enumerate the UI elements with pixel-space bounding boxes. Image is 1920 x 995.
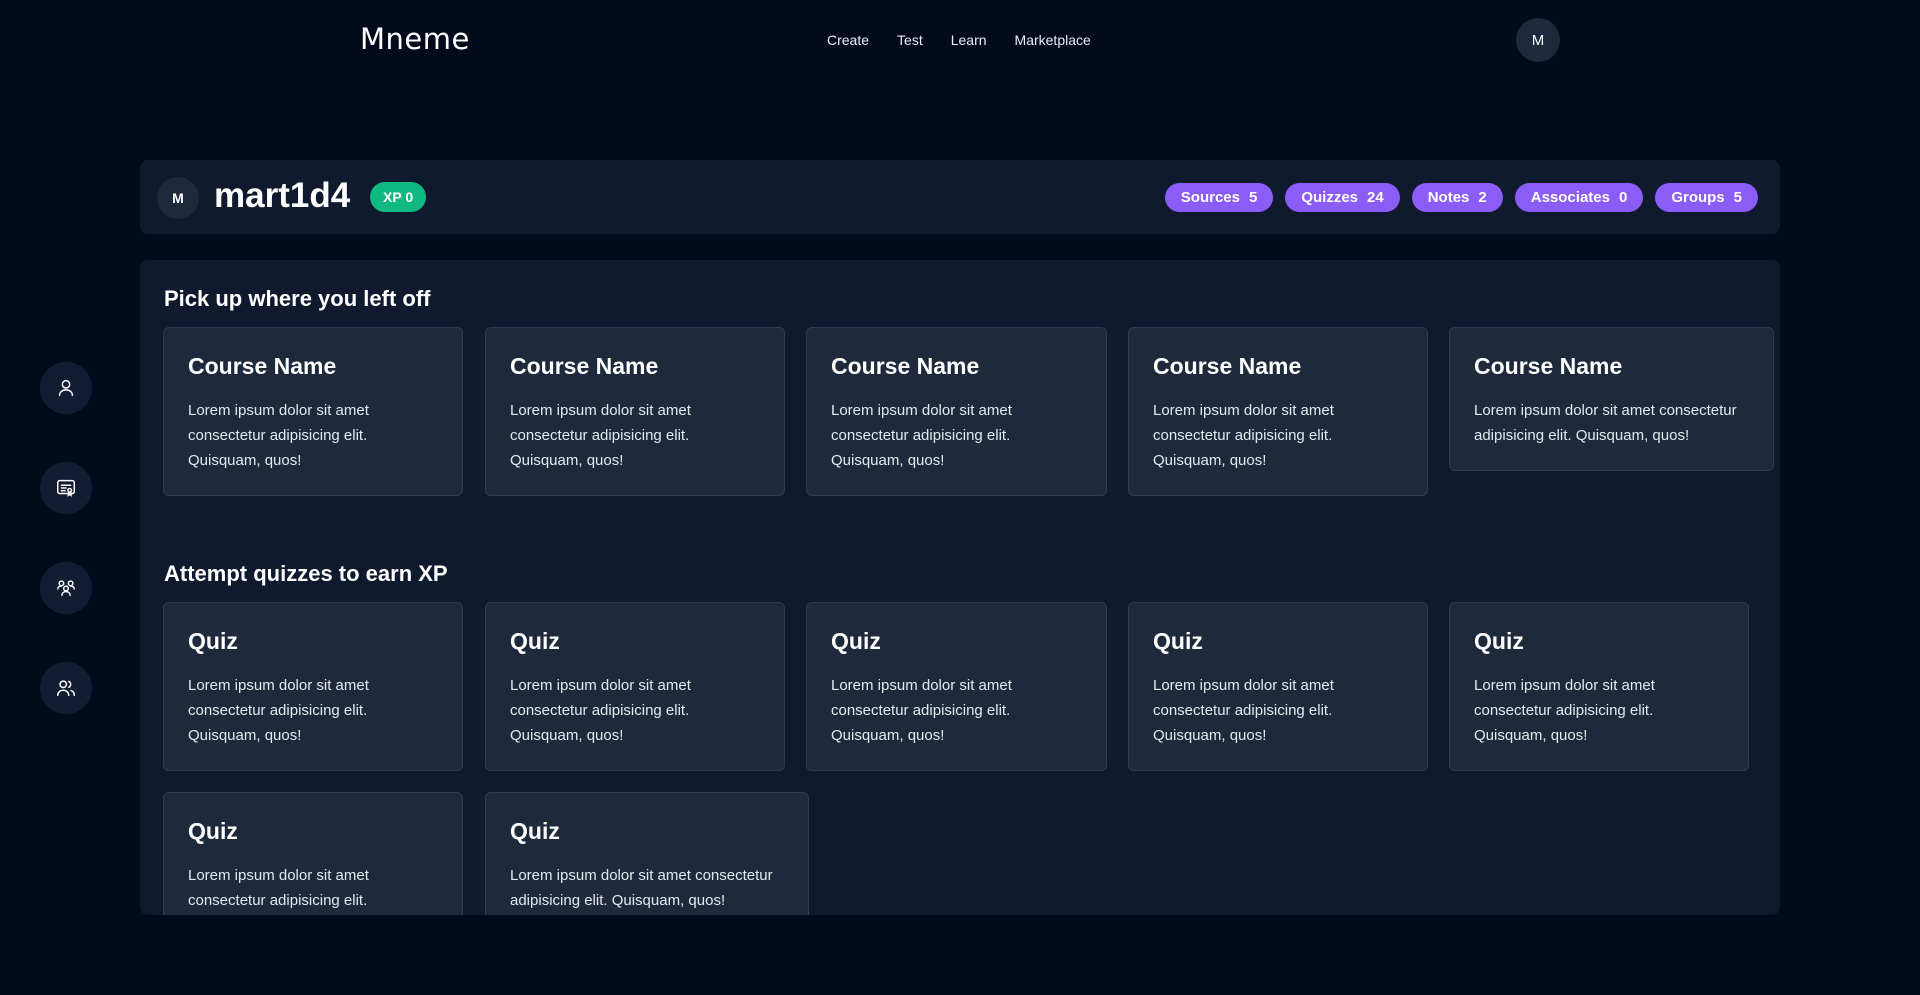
sidebar-item-courses[interactable] [40,462,92,514]
stat-count: 5 [1733,189,1742,206]
quizzes-section-title: Attempt quizzes to earn XP [164,561,448,586]
quiz-card-description: Lorem ipsum dolor sit amet consectetur a… [1474,677,1655,744]
quiz-card-description: Lorem ipsum dolor sit amet consectetur a… [188,867,369,909]
profile-stats: Sources 5 Quizzes 24 Notes 2 Associates … [1153,183,1758,212]
course-card[interactable]: Course Name Lorem ipsum dolor sit amet c… [163,327,463,496]
course-card-description: Lorem ipsum dolor sit amet consectetur a… [510,402,691,469]
stat-label: Groups [1671,189,1725,206]
stat-label: Associates [1530,189,1610,206]
quiz-card[interactable]: Quiz Lorem ipsum dolor sit amet consecte… [163,602,463,771]
stat-groups[interactable]: Groups 5 [1655,183,1758,212]
stat-quizzes[interactable]: Quizzes 24 [1285,183,1400,212]
course-card-description: Lorem ipsum dolor sit amet consectetur a… [1153,402,1334,469]
xp-badge: XP 0 [370,182,427,212]
user-icon [58,379,74,397]
certificate-icon [57,479,75,497]
nav-links: Create Test Learn Marketplace [827,32,1119,48]
sidebar-item-profile[interactable] [40,362,92,414]
brand-logo[interactable]: Mneme [360,22,470,56]
stat-label: Sources [1180,189,1240,206]
course-card-title: Course Name [831,353,980,379]
quiz-card-description: Lorem ipsum dolor sit amet consectetur a… [1153,677,1334,744]
quiz-card-description: Lorem ipsum dolor sit amet consectetur a… [510,867,773,909]
quiz-card[interactable]: Quiz Lorem ipsum dolor sit amet consecte… [806,602,1107,771]
stat-count: 24 [1367,189,1384,206]
course-card[interactable]: Course Name Lorem ipsum dolor sit amet c… [1449,327,1774,471]
quiz-card-title: Quiz [510,818,560,844]
quiz-card-title: Quiz [510,628,560,654]
nav-link-test[interactable]: Test [897,32,923,48]
course-card-title: Course Name [1474,353,1623,379]
stat-notes[interactable]: Notes 2 [1411,183,1503,212]
sidebar-item-associates[interactable] [40,662,92,714]
courses-section-title: Pick up where you left off [164,286,431,311]
quiz-card-title: Quiz [831,628,881,654]
stat-label: Notes [1427,189,1470,206]
quiz-card[interactable]: Quiz Lorem ipsum dolor sit amet consecte… [1449,602,1749,771]
quiz-card-title: Quiz [1153,628,1203,654]
user-avatar-button[interactable]: M [1516,18,1560,62]
profile-header: M mart1d4 XP 0 Sources 5 Quizzes 24 Note… [140,160,1780,234]
group-icon [57,580,75,597]
nav-link-create[interactable]: Create [827,32,869,48]
stat-count: 0 [1618,189,1628,206]
quiz-card[interactable]: Quiz Lorem ipsum dolor sit amet consecte… [1128,602,1428,771]
quiz-card-description: Lorem ipsum dolor sit amet consectetur a… [188,677,369,744]
course-card-title: Course Name [188,353,337,379]
quiz-card-description: Lorem ipsum dolor sit amet consectetur a… [831,677,1012,744]
quiz-card[interactable]: Quiz Lorem ipsum dolor sit amet consecte… [485,792,809,915]
top-nav: Mneme Create Test Learn Marketplace M [0,0,1920,80]
users-icon [57,680,75,697]
dashboard-panel: Pick up where you left off Course Name L… [140,260,1780,915]
stat-count: 2 [1478,189,1487,206]
course-card[interactable]: Course Name Lorem ipsum dolor sit amet c… [485,327,785,496]
course-card-description: Lorem ipsum dolor sit amet consectetur a… [188,402,369,469]
course-card-title: Course Name [510,353,659,379]
quiz-card-description: Lorem ipsum dolor sit amet consectetur a… [510,677,691,744]
quiz-card-title: Quiz [188,818,238,844]
stat-associates[interactable]: Associates 0 [1514,183,1644,212]
course-card-title: Course Name [1153,353,1302,379]
quiz-card-title: Quiz [1474,628,1524,654]
stat-count: 5 [1249,189,1258,206]
course-card[interactable]: Course Name Lorem ipsum dolor sit amet c… [806,327,1107,496]
nav-link-learn[interactable]: Learn [951,32,987,48]
stat-label: Quizzes [1301,189,1359,206]
quiz-card[interactable]: Quiz Lorem ipsum dolor sit amet consecte… [163,792,463,915]
profile-username: mart1d4 [214,176,351,215]
course-card[interactable]: Course Name Lorem ipsum dolor sit amet c… [1128,327,1428,496]
nav-link-marketplace[interactable]: Marketplace [1015,32,1091,48]
course-card-description: Lorem ipsum dolor sit amet consectetur a… [831,402,1012,469]
quiz-card-title: Quiz [188,628,238,654]
stat-sources[interactable]: Sources 5 [1164,183,1274,212]
sidebar [40,362,92,762]
profile-avatar: M [157,177,199,219]
quiz-card[interactable]: Quiz Lorem ipsum dolor sit amet consecte… [485,602,785,771]
sidebar-item-groups[interactable] [40,562,92,614]
course-card-description: Lorem ipsum dolor sit amet consectetur a… [1474,402,1737,444]
